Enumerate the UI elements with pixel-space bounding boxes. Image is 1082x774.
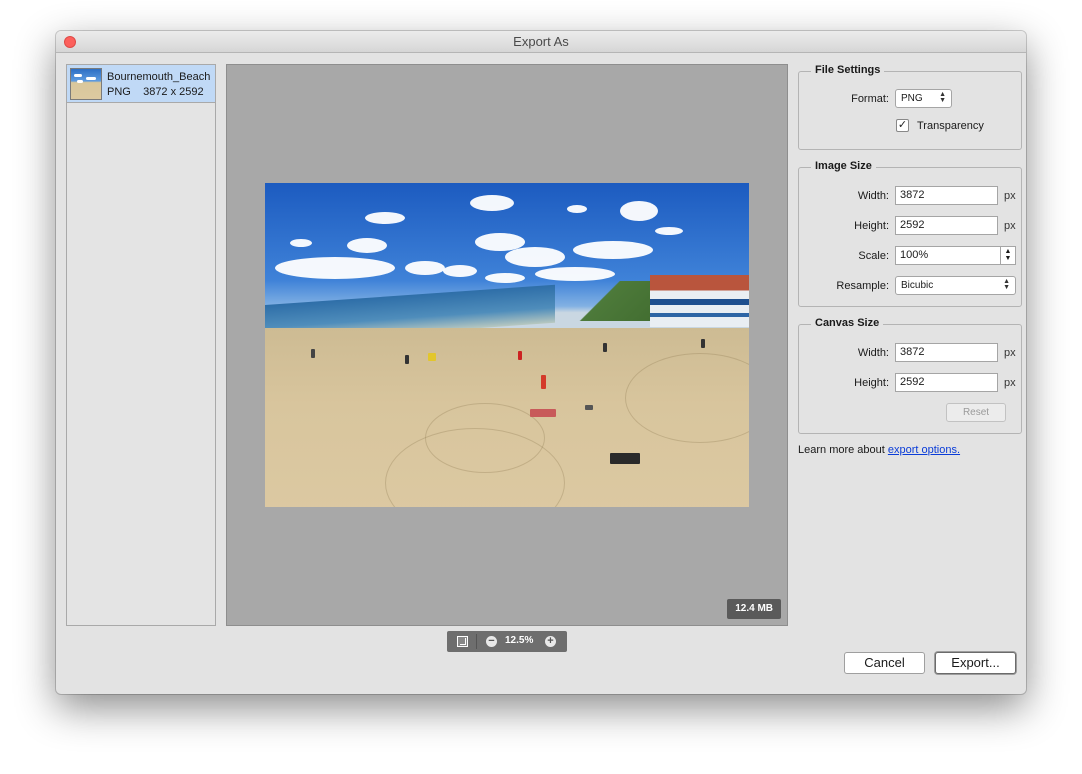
format-select[interactable]: PNG ▲ ▼ xyxy=(895,89,952,108)
file-settings-group: File Settings Format: PNG ▲ ▼ ✓ Transpare… xyxy=(798,64,1022,150)
canvas-height-unit: px xyxy=(1004,377,1016,389)
image-height-label: Height: xyxy=(854,220,889,232)
preview-image xyxy=(265,183,749,507)
image-thumbnail xyxy=(70,68,102,100)
cancel-button[interactable]: Cancel xyxy=(844,652,925,674)
select-arrows-icon: ▲ ▼ xyxy=(1003,278,1010,291)
file-meta: PNG 3872 x 2592 xyxy=(107,86,204,98)
image-size-group: Image Size Width: 3872 px Height: 2592 p… xyxy=(798,160,1022,307)
scale-stepper-icon[interactable]: ▲ ▼ xyxy=(1000,247,1015,264)
transparency-checkbox[interactable]: ✓ xyxy=(896,119,909,132)
format-label: Format: xyxy=(851,93,889,105)
zoom-in-button[interactable]: + xyxy=(545,636,556,647)
file-list: Bournemouth_Beach PNG 3872 x 2592 xyxy=(66,64,216,626)
resample-label: Resample: xyxy=(836,280,889,292)
resample-select[interactable]: Bicubic ▲ ▼ xyxy=(895,276,1016,295)
canvas-size-group: Canvas Size Width: 3872 px Height: 2592 … xyxy=(798,317,1022,434)
scale-label: Scale: xyxy=(858,250,889,262)
fit-to-view-icon[interactable] xyxy=(457,636,468,647)
preview-area[interactable]: 12.4 MB xyxy=(226,64,788,626)
title-bar: Export As xyxy=(56,31,1026,53)
scale-combo[interactable]: 100% ▲ ▼ xyxy=(895,246,1016,265)
export-options-link[interactable]: export options. xyxy=(888,444,960,456)
reset-button[interactable]: Reset xyxy=(946,403,1006,422)
canvas-height-input[interactable]: 2592 xyxy=(895,373,998,392)
learn-more-text: Learn more about export options. xyxy=(798,444,960,456)
image-width-unit: px xyxy=(1004,190,1016,202)
learn-more-prefix: Learn more about xyxy=(798,444,888,456)
export-button[interactable]: Export... xyxy=(935,652,1016,674)
image-height-unit: px xyxy=(1004,220,1016,232)
canvas-width-input[interactable]: 3872 xyxy=(895,343,998,362)
zoom-toolbar: − 12.5% + xyxy=(447,631,567,652)
format-value: PNG xyxy=(901,93,923,104)
file-format: PNG xyxy=(107,86,131,98)
file-name: Bournemouth_Beach xyxy=(107,71,211,83)
close-button[interactable] xyxy=(64,36,76,48)
canvas-width-unit: px xyxy=(1004,347,1016,359)
scale-value: 100% xyxy=(900,249,929,261)
image-width-input[interactable]: 3872 xyxy=(895,186,998,205)
file-size-badge: 12.4 MB xyxy=(727,599,781,619)
select-arrows-icon: ▲ ▼ xyxy=(939,91,946,104)
zoom-level: 12.5% xyxy=(505,635,534,646)
canvas-width-label: Width: xyxy=(857,347,889,359)
resample-value: Bicubic xyxy=(901,280,934,291)
transparency-label: Transparency xyxy=(917,120,984,132)
file-list-item[interactable]: Bournemouth_Beach PNG 3872 x 2592 xyxy=(67,65,215,103)
file-settings-title: File Settings xyxy=(811,64,885,76)
canvas-size-title: Canvas Size xyxy=(811,317,884,329)
image-size-title: Image Size xyxy=(811,160,876,172)
export-as-dialog: Export As Bournemouth_Beach PNG 3872 x 2… xyxy=(56,31,1026,694)
window-title: Export As xyxy=(513,34,569,49)
canvas-height-label: Height: xyxy=(854,377,889,389)
image-width-label: Width: xyxy=(857,190,889,202)
zoom-out-button[interactable]: − xyxy=(486,636,497,647)
file-dimensions: 3872 x 2592 xyxy=(143,86,204,98)
image-height-input[interactable]: 2592 xyxy=(895,216,998,235)
